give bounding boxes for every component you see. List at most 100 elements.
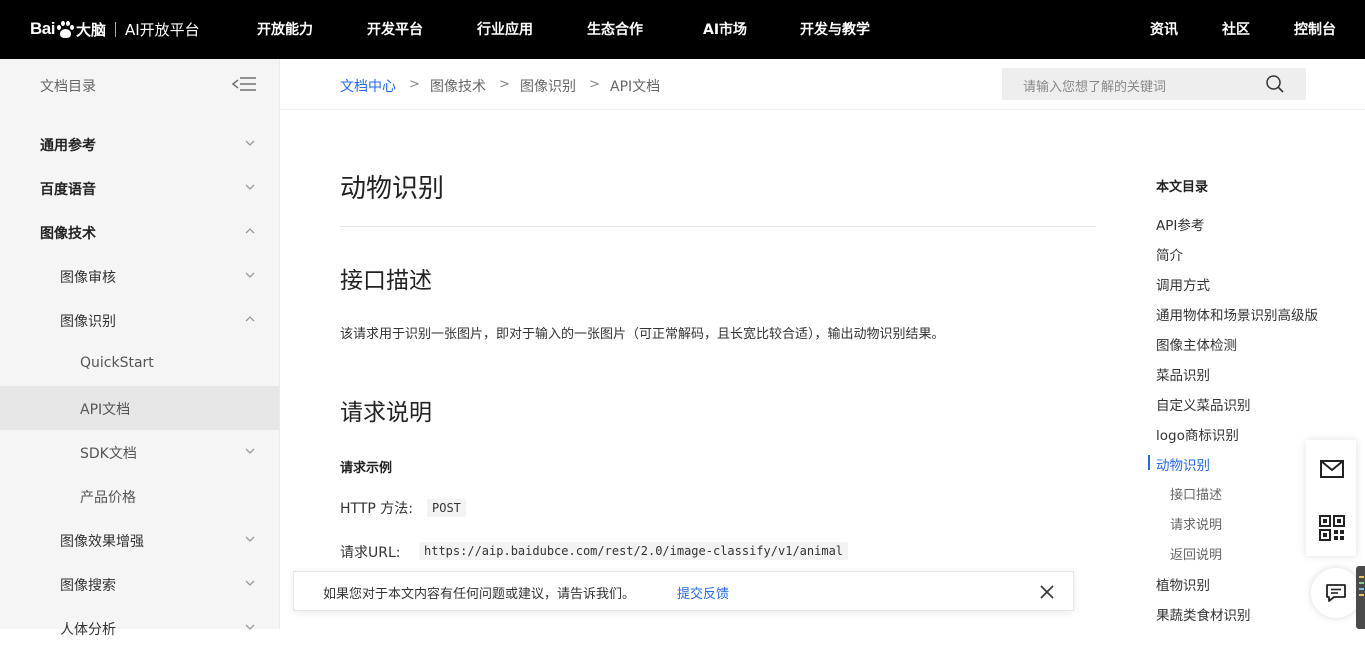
breadcrumb-current: API文档 [610,79,661,95]
request-example-heading: 请求示例 [340,461,393,476]
request-url-label: 请求URL: [340,545,401,561]
logo-suffix: 大脑 [75,20,106,39]
search-placeholder: 请输入您想了解的关键词 [1023,80,1167,95]
chevron-down-icon [245,580,255,586]
toc-item[interactable]: 简介 [1156,244,1183,264]
sidebar-item[interactable]: 产品价格 [0,474,279,518]
sidebar-item[interactable]: 人体分析 [0,606,279,650]
sidebar-item[interactable]: 图像识别 [0,298,279,342]
nav-console[interactable]: 控制台 [1294,19,1336,39]
sidebar-item[interactable]: QuickStart [0,342,279,386]
toc-subitem[interactable]: 请求说明 [1170,514,1222,533]
sidebar-item-label: 图像效果增强 [60,534,144,550]
nav-community[interactable]: 社区 [1222,19,1250,39]
toc-item[interactable]: 动物识别 [1156,454,1210,474]
sidebar-item[interactable]: 图像效果增强 [0,518,279,562]
logo-divider [114,21,116,37]
floating-tools-panel [1306,440,1356,556]
sidebar-item-label: 通用参考 [40,138,96,154]
sidebar-item[interactable]: 百度语音 [0,166,279,210]
section-heading-interface: 接口描述 [340,268,432,294]
page-title: 动物识别 [340,174,445,204]
toc-item[interactable]: 菜品识别 [1156,364,1210,384]
nav-industry-apps[interactable]: 行业应用 [477,19,533,39]
title-divider [340,226,1096,227]
feedback-message: 如果您对于本文内容有任何问题或建议，请告诉我们。 [323,587,636,602]
nav-open-capabilities[interactable]: 开放能力 [257,19,313,39]
toc-item[interactable]: 植物识别 [1156,574,1210,594]
chevron-down-icon [245,140,255,146]
platform-name: AI开放平台 [124,20,200,39]
chat-icon [1326,584,1346,602]
collapse-menu-icon[interactable] [232,76,256,92]
sidebar-item-label: 图像识别 [60,314,116,330]
breadcrumb-image-recognition[interactable]: 图像识别 [520,76,576,96]
search-icon[interactable] [1265,74,1285,94]
toc-title: 本文目录 [1156,180,1209,195]
toc-item[interactable]: 果蔬类食材识别 [1156,604,1251,624]
sidebar-item-label: 图像搜索 [60,578,116,594]
sidebar-item-label: 产品价格 [80,490,136,506]
sidebar-item-label: 图像审核 [60,270,116,286]
nav-dev-education[interactable]: 开发与教学 [800,19,870,39]
chevron-down-icon [245,184,255,190]
nav-news[interactable]: 资讯 [1150,19,1178,39]
chevron-down-icon [245,272,255,278]
sidebar-title: 文档目录 [40,79,96,95]
request-url-value: https://aip.baidubce.com/rest/2.0/image-… [419,542,849,560]
breadcrumb-doc-center[interactable]: 文档中心 [340,76,396,96]
breadcrumb: 文档中心 > 图像技术 > 图像识别 > API文档 请输入您想了解的关键词 [280,59,1365,110]
toc-subitem[interactable]: 接口描述 [1170,484,1222,503]
sidebar-item[interactable]: API文档 [0,386,279,430]
nav-dev-platform[interactable]: 开发平台 [367,19,423,39]
sidebar-item[interactable]: SDK文档 [0,430,279,474]
breadcrumb-separator: > [409,77,420,92]
mail-button[interactable] [1306,440,1356,498]
chevron-up-icon [245,228,255,234]
chevron-down-icon [245,448,255,454]
submit-feedback-link[interactable]: 提交反馈 [677,583,729,602]
sidebar-item-label: 人体分析 [60,622,116,638]
search-input[interactable]: 请输入您想了解的关键词 [1002,68,1306,100]
qr-code-icon [1319,515,1345,541]
close-icon[interactable] [1039,584,1055,600]
chevron-down-icon [245,624,255,630]
baidu-ai-logo[interactable]: Bai 大脑 AI开放平台 [30,16,200,42]
http-method-label: HTTP 方法: [340,501,413,517]
nav-ecosystem[interactable]: 生态合作 [587,19,643,39]
logo-text: Bai [30,19,55,38]
toc-item[interactable]: 通用物体和场景识别高级版 [1156,304,1318,324]
toc-item[interactable]: API参考 [1156,214,1204,234]
sidebar-item-label: 图像技术 [40,226,96,242]
qr-code-button[interactable] [1306,498,1356,556]
side-widget-tab[interactable] [1356,566,1365,629]
sidebar-item[interactable]: 图像审核 [0,254,279,298]
sidebar-item[interactable]: 图像技术 [0,210,279,254]
sidebar-item-label: API文档 [80,402,131,418]
breadcrumb-separator: > [589,77,600,92]
sidebar-item-label: 百度语音 [40,182,96,198]
toc-item[interactable]: 图像主体检测 [1156,334,1237,354]
sidebar-item[interactable]: 通用参考 [0,122,279,166]
feedback-banner: 如果您对于本文内容有任何问题或建议，请告诉我们。 提交反馈 [293,571,1074,611]
breadcrumb-separator: > [499,77,510,92]
chevron-up-icon [245,316,255,322]
sidebar-item-label: QuickStart [80,355,154,371]
mail-icon [1320,460,1344,478]
toc-active-indicator [1148,455,1150,470]
http-method-value: POST [427,499,466,517]
sidebar-item-label: SDK文档 [80,446,137,462]
toc-item[interactable]: logo商标识别 [1156,424,1239,444]
baidu-paw-icon [56,20,74,38]
breadcrumb-image-tech[interactable]: 图像技术 [430,76,486,96]
top-navigation-bar: Bai 大脑 AI开放平台 开放能力 开发平台 行业应用 生态合作 AI市场 开… [0,0,1365,59]
interface-description: 该请求用于识别一张图片，即对于输入的一张图片（可正常解码，且长宽比较合适），输出… [340,327,945,342]
chevron-down-icon [245,536,255,542]
toc-subitem[interactable]: 返回说明 [1170,544,1222,563]
nav-ai-market[interactable]: AI市场 [703,19,747,39]
toc-item[interactable]: 自定义菜品识别 [1156,394,1251,414]
sidebar-item[interactable]: 图像搜索 [0,562,279,606]
toc-item[interactable]: 调用方式 [1156,274,1210,294]
doc-sidebar: 文档目录 通用参考百度语音图像技术图像审核图像识别 QuickStart API文档… [0,59,280,638]
chat-button[interactable] [1311,568,1361,618]
